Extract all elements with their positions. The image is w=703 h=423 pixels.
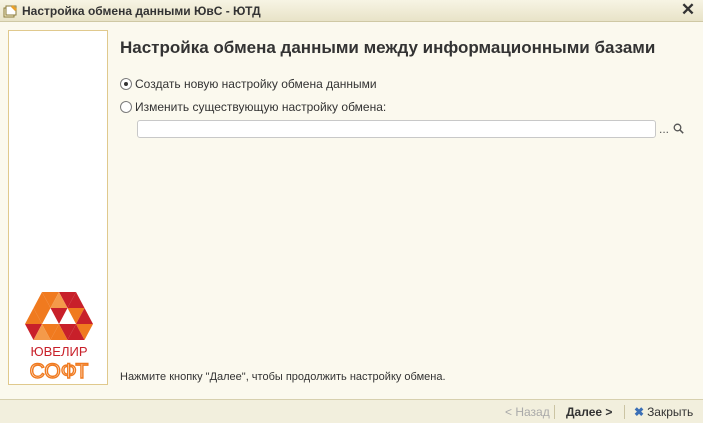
window-title: Настройка обмена данными ЮвС - ЮТД (22, 4, 261, 18)
option-create-new[interactable]: Создать новую настройку обмена данными (120, 76, 377, 92)
divider (624, 405, 625, 419)
title-bar: Настройка обмена данными ЮвС - ЮТД ✕ (0, 0, 703, 22)
close-button-label: Закрыть (647, 405, 694, 419)
back-button[interactable]: < Назад (505, 404, 550, 420)
logo-text-top: ЮВЕЛИР (30, 344, 87, 359)
page-title: Настройка обмена данными между информаци… (120, 38, 656, 57)
select-ellipsis-button[interactable]: ... (658, 120, 670, 138)
close-icon[interactable]: ✕ (679, 1, 697, 19)
close-button[interactable]: ✖ Закрыть (634, 404, 693, 420)
company-logo: ЮВЕЛИР СОФТ (25, 292, 93, 382)
radio-edit-existing[interactable] (120, 101, 132, 113)
existing-setting-field[interactable] (137, 120, 656, 138)
radio-create-new[interactable] (120, 78, 132, 90)
search-icon[interactable] (671, 120, 685, 138)
wizard-body: ЮВЕЛИР СОФТ Настройка обмена данными меж… (0, 22, 703, 399)
logo-hexagon-icon (25, 292, 93, 340)
divider (554, 405, 555, 419)
option-edit-existing-label: Изменить существующую настройку обмена: (135, 100, 387, 114)
hint-text: Нажмите кнопку "Далее", чтобы продолжить… (120, 371, 446, 383)
close-icon: ✖ (634, 405, 645, 419)
next-button[interactable]: Далее > (566, 404, 612, 420)
app-icon (3, 5, 17, 18)
option-edit-existing[interactable]: Изменить существующую настройку обмена: (120, 99, 386, 115)
wizard-footer: < Назад Далее > ✖ Закрыть (0, 399, 703, 423)
sidebar-panel: ЮВЕЛИР СОФТ (8, 30, 108, 385)
logo-text-bottom: СОФТ (30, 360, 89, 382)
option-create-new-label: Создать новую настройку обмена данными (135, 77, 377, 91)
